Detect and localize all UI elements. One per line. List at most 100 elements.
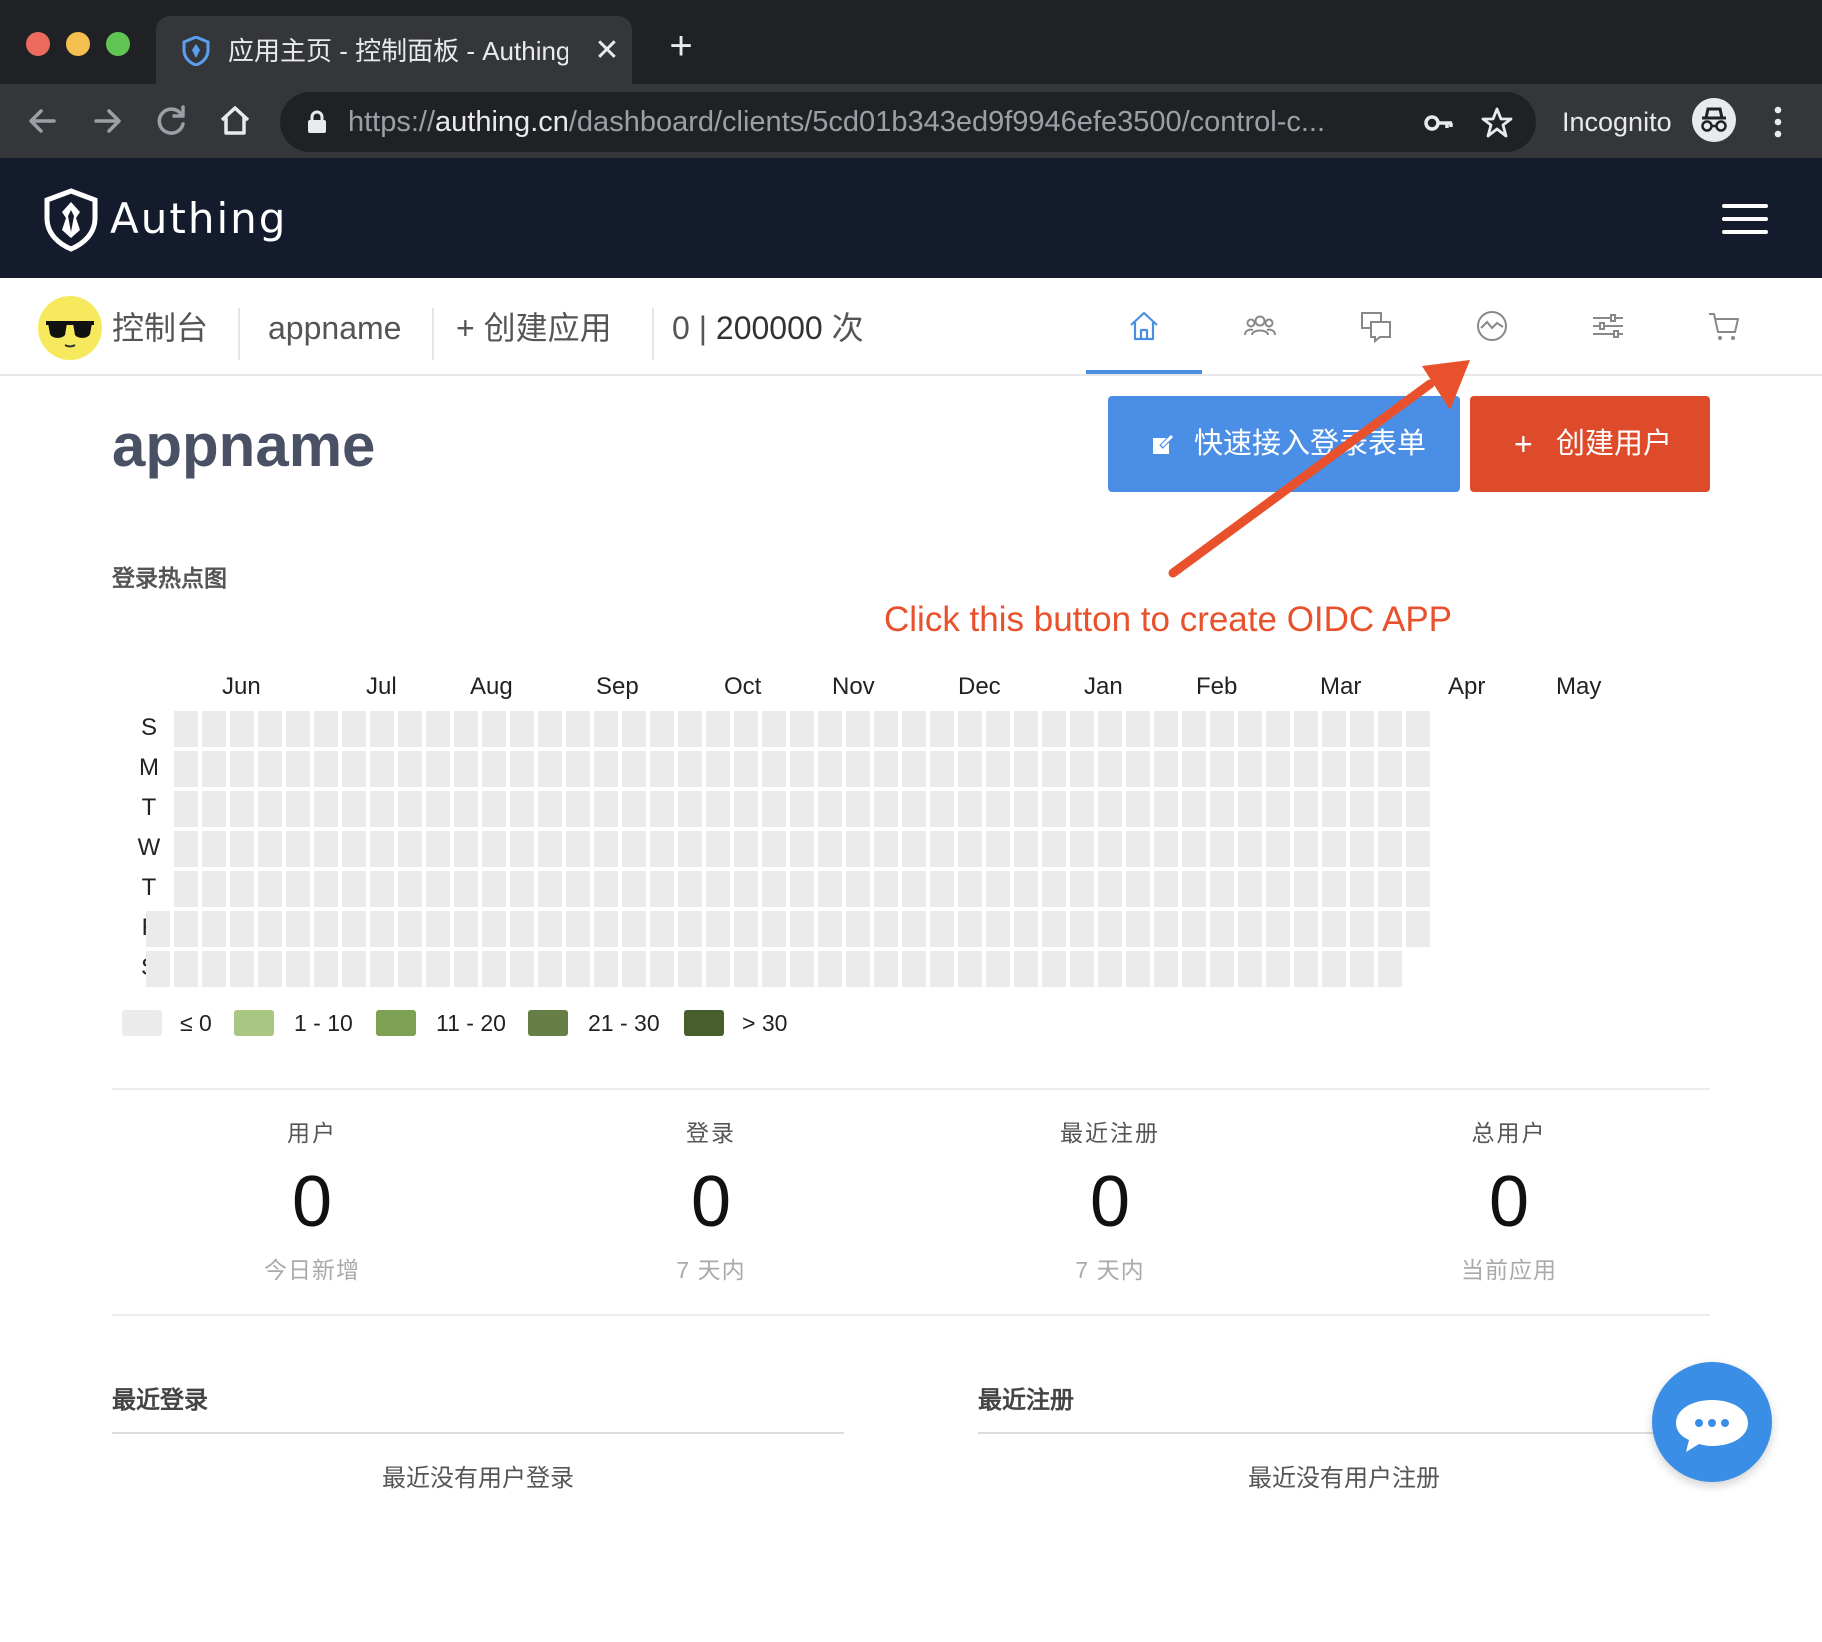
heatmap-cell <box>454 711 478 747</box>
back-icon[interactable] <box>22 100 64 142</box>
chat-bubble-icon <box>1676 1400 1748 1452</box>
heatmap-cell <box>202 911 226 947</box>
heatmap-cell <box>482 751 506 787</box>
browser-menu-icon[interactable] <box>1766 102 1790 142</box>
reload-icon[interactable] <box>150 100 192 142</box>
heatmap-cell <box>566 831 590 867</box>
heatmap-cell <box>1266 911 1290 947</box>
heatmap-cell <box>790 831 814 867</box>
heatmap-cell <box>1014 791 1038 827</box>
heatmap-cell <box>594 951 618 987</box>
window-maximize-button[interactable] <box>106 32 130 56</box>
heatmap-cell <box>1070 911 1094 947</box>
stat-label: 总用户 <box>1471 1120 1547 1146</box>
nav-settings-sliders-icon[interactable] <box>1590 308 1626 344</box>
app-logo-text[interactable]: Authing <box>110 194 287 244</box>
heatmap-cell <box>1098 951 1122 987</box>
new-tab-button[interactable]: + <box>664 26 698 66</box>
stat-value: 0 <box>1089 1162 1131 1242</box>
heatmap-cell <box>1042 831 1066 867</box>
window-minimize-button[interactable] <box>66 32 90 56</box>
legend-swatch-4 <box>684 1010 724 1036</box>
browser-tab[interactable]: 应用主页 - 控制面板 - Authing 身 ✕ <box>156 16 632 84</box>
heatmap-cell <box>258 751 282 787</box>
legend-swatch-3 <box>528 1010 568 1036</box>
heatmap-cell <box>286 911 310 947</box>
heatmap-cell <box>874 791 898 827</box>
heatmap-cell <box>1406 831 1430 867</box>
heatmap-cell <box>286 951 310 987</box>
incognito-icon[interactable] <box>1692 98 1736 142</box>
heatmap-cell <box>1210 911 1234 947</box>
create-app-link[interactable]: + 创建应用 <box>456 308 612 348</box>
heatmap-cell <box>258 951 282 987</box>
heatmap-cell <box>650 951 674 987</box>
heatmap-cell <box>174 791 198 827</box>
heatmap-cell <box>762 831 786 867</box>
window-close-button[interactable] <box>26 32 50 56</box>
hamburger-menu-icon[interactable] <box>1722 204 1768 236</box>
weekday-label: W <box>137 834 161 861</box>
nav-cart-icon[interactable] <box>1706 308 1742 344</box>
heatmap-cell <box>734 951 758 987</box>
month-label: Apr <box>1448 673 1486 700</box>
heatmap-cell <box>902 711 926 747</box>
heatmap-cell <box>454 791 478 827</box>
nav-home-icon[interactable] <box>1126 308 1162 344</box>
heatmap-cell <box>1126 831 1150 867</box>
tab-close-icon[interactable]: ✕ <box>592 36 622 66</box>
heatmap-cell <box>706 871 730 907</box>
authing-logo-icon[interactable] <box>42 188 100 252</box>
month-label: May <box>1556 673 1602 700</box>
heatmap-cell <box>958 871 982 907</box>
month-label: Jul <box>366 673 397 700</box>
nav-divider <box>652 308 654 360</box>
heatmap-cell <box>734 711 758 747</box>
address-bar[interactable]: https://authing.cn/dashboard/clients/5cd… <box>280 92 1536 152</box>
authing-favicon-icon <box>182 36 210 66</box>
legend-label: 11 - 20 <box>436 1010 506 1036</box>
heatmap-cell <box>1406 911 1430 947</box>
heatmap-cell <box>1042 871 1066 907</box>
heatmap-cell <box>1042 711 1066 747</box>
heatmap-cell <box>1070 951 1094 987</box>
heatmap-cell <box>174 751 198 787</box>
quick-login-form-button[interactable]: 快速接入登录表单 <box>1108 396 1460 492</box>
heatmap-cell <box>762 911 786 947</box>
console-label[interactable]: 控制台 <box>112 308 208 348</box>
heatmap-cell <box>1266 871 1290 907</box>
heatmap-cell <box>286 791 310 827</box>
heatmap-cell <box>1294 951 1318 987</box>
chat-button[interactable] <box>1652 1362 1772 1482</box>
current-app-name[interactable]: appname <box>268 308 401 348</box>
heatmap-cell <box>1294 791 1318 827</box>
heatmap-cell <box>790 711 814 747</box>
heatmap-cell <box>706 831 730 867</box>
nav-messages-icon[interactable] <box>1358 308 1394 344</box>
avatar[interactable] <box>38 296 102 360</box>
heatmap-cell <box>370 791 394 827</box>
key-icon[interactable] <box>1422 106 1456 140</box>
heatmap-cell <box>1322 911 1346 947</box>
heatmap-cell <box>510 791 534 827</box>
forward-icon[interactable] <box>86 100 128 142</box>
heatmap-cell <box>902 951 926 987</box>
heatmap-cell <box>1322 871 1346 907</box>
heatmap-cell <box>1266 831 1290 867</box>
heatmap-cell <box>986 711 1010 747</box>
nav-users-icon[interactable] <box>1242 308 1278 344</box>
bookmark-star-icon[interactable] <box>1480 106 1514 140</box>
heatmap-cell <box>678 871 702 907</box>
heatmap-cell <box>1098 711 1122 747</box>
heatmap-cell <box>846 831 870 867</box>
create-user-button[interactable]: + 创建用户 <box>1470 396 1710 492</box>
annotation-text: Click this button to create OIDC APP <box>884 600 1453 639</box>
nav-divider <box>432 308 434 360</box>
stat-value: 0 <box>690 1162 732 1242</box>
heatmap-cell <box>566 791 590 827</box>
nav-divider <box>238 308 240 360</box>
section-underline <box>978 1432 1710 1434</box>
nav-analytics-icon[interactable] <box>1474 308 1510 344</box>
usage-counter: 0 | 200000 次 <box>672 310 864 346</box>
home-icon[interactable] <box>214 100 256 142</box>
